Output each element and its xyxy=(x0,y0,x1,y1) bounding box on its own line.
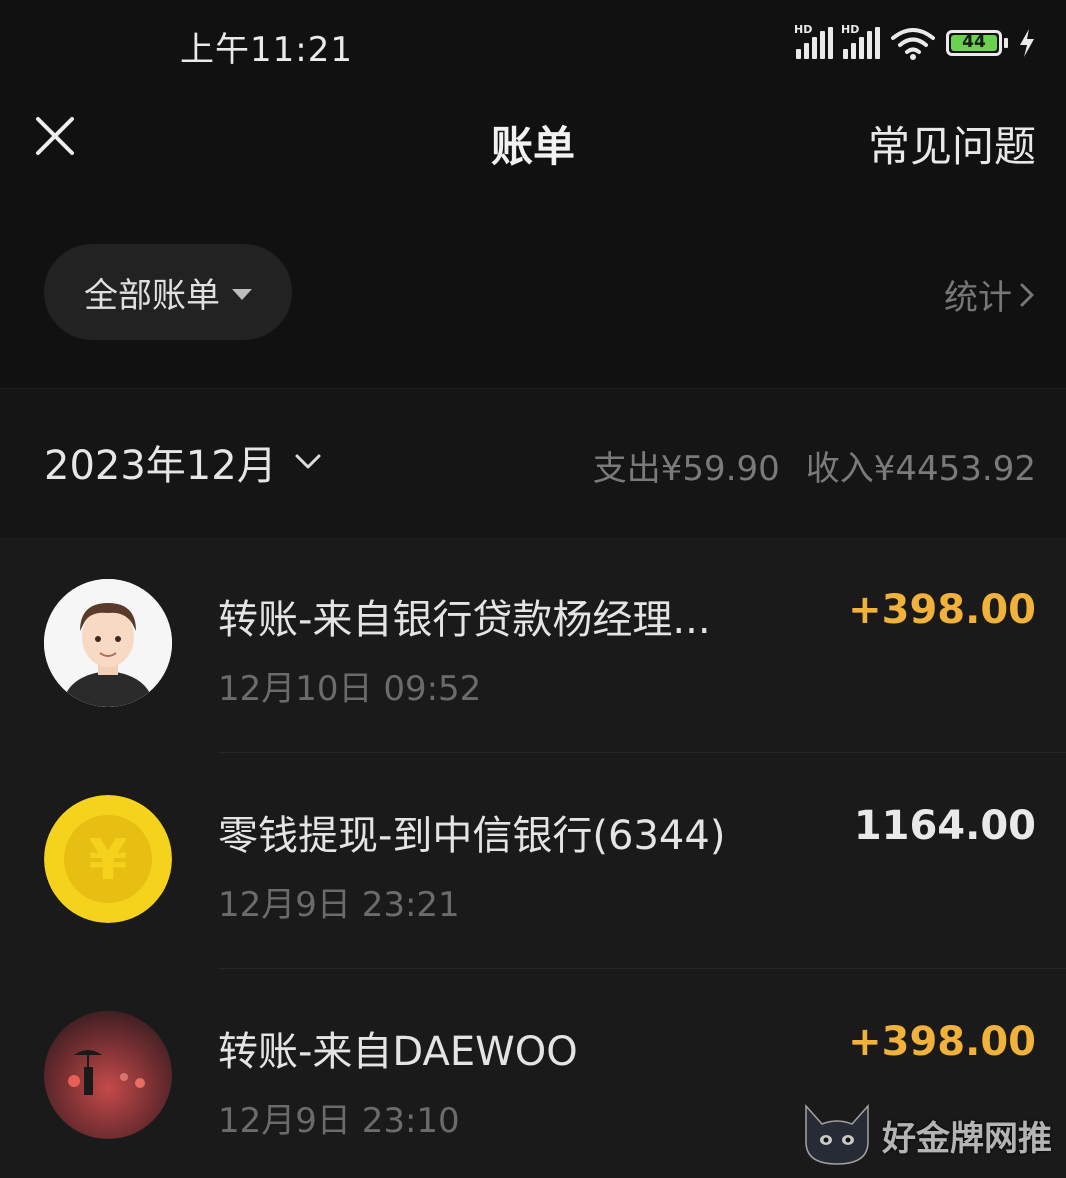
faq-link[interactable]: 常见问题 xyxy=(868,113,1036,174)
transaction-time: 12月9日 23:10 xyxy=(218,1101,460,1141)
month-totals: 支出¥59.90 收入¥4453.92 xyxy=(593,441,1036,490)
transaction-title: 转账-来自银行贷款杨经理... xyxy=(218,597,711,643)
battery-level: 44 xyxy=(962,32,986,52)
transaction-time: 12月10日 09:52 xyxy=(218,669,482,709)
cartoon-avatar xyxy=(44,579,172,707)
close-icon xyxy=(36,117,74,155)
expense-total: 支出¥59.90 xyxy=(592,449,780,489)
bill-screen: 上午11:21 HD HD 44 账单 常见问题 全部账单 统计 2023年12… xyxy=(0,0,1066,1178)
transaction-amount: +398.00 xyxy=(848,1019,1036,1065)
transaction-row[interactable]: 转账-来自DAEWOO 12月9日 23:10 +398.00 xyxy=(0,969,1066,1178)
top-bar: 账单 常见问题 xyxy=(0,95,1066,185)
chevron-right-icon xyxy=(1020,283,1034,306)
caret-down-icon xyxy=(232,288,252,300)
transaction-amount: +398.00 xyxy=(848,587,1036,633)
bill-type-label: 全部账单 xyxy=(84,275,220,316)
close-button[interactable] xyxy=(32,113,78,159)
yuan-coin-icon: ¥ xyxy=(44,795,172,923)
cellular-signal-2-icon: HD xyxy=(841,23,880,59)
hd-badge: HD xyxy=(794,23,813,36)
transaction-title: 转账-来自DAEWOO xyxy=(218,1029,578,1075)
hd-badge: HD xyxy=(841,23,860,36)
transaction-row[interactable]: 转账-来自银行贷款杨经理... 12月10日 09:52 +398.00 xyxy=(0,537,1066,753)
transaction-list: 转账-来自银行贷款杨经理... 12月10日 09:52 +398.00 ¥ 零… xyxy=(0,537,1066,1178)
svg-text:¥: ¥ xyxy=(89,828,128,893)
income-total: 收入¥4453.92 xyxy=(805,449,1036,489)
transaction-row[interactable]: ¥ 零钱提现-到中信银行(6344) 12月9日 23:21 1164.00 xyxy=(0,753,1066,969)
chevron-down-icon xyxy=(295,454,321,469)
month-label: 2023年12月 xyxy=(44,443,277,489)
transaction-title: 零钱提现-到中信银行(6344) xyxy=(218,813,726,859)
wifi-icon xyxy=(891,28,935,60)
battery-icon: 44 xyxy=(946,30,1008,56)
statistics-label: 统计 xyxy=(944,278,1012,318)
status-bar: 上午11:21 HD HD 44 xyxy=(0,0,1066,90)
charging-bolt-icon xyxy=(1020,29,1034,57)
bill-type-dropdown[interactable]: 全部账单 xyxy=(44,244,292,340)
month-selector[interactable]: 2023年12月 xyxy=(44,433,323,491)
filter-row: 全部账单 统计 xyxy=(0,244,1066,340)
statistics-link[interactable]: 统计 xyxy=(944,270,1036,319)
status-time: 上午11:21 xyxy=(180,30,353,70)
transaction-amount: 1164.00 xyxy=(853,803,1036,849)
rainy-street-avatar xyxy=(44,1011,172,1139)
transaction-time: 12月9日 23:21 xyxy=(218,885,460,925)
cellular-signal-1-icon: HD xyxy=(794,23,833,59)
month-summary: 2023年12月 支出¥59.90 收入¥4453.92 xyxy=(0,389,1066,537)
status-icons: HD HD 44 xyxy=(794,23,1036,60)
